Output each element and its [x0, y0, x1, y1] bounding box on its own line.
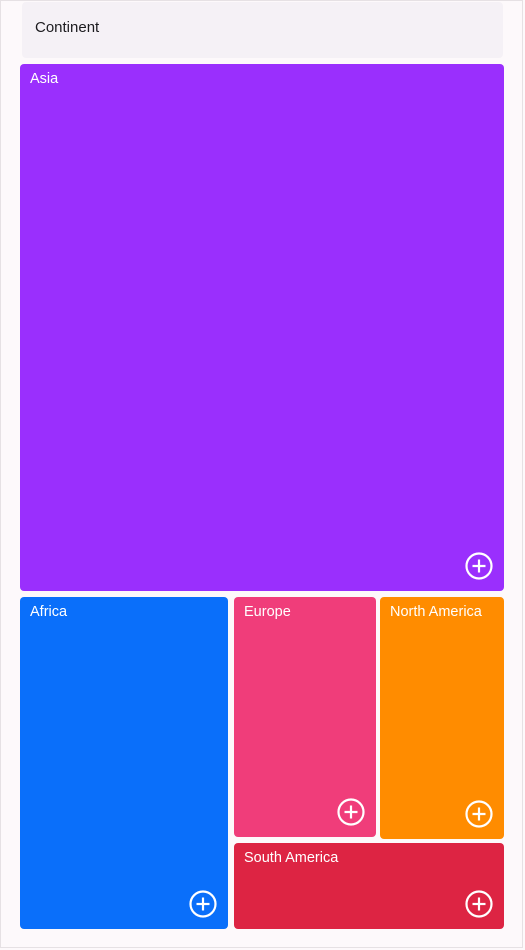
tile-south-america[interactable]: South America [234, 843, 504, 929]
tile-label: Asia [30, 71, 59, 87]
breadcrumb-header: Continent [22, 2, 503, 58]
tile-africa[interactable]: Africa [20, 597, 228, 929]
tile-label: North America [390, 604, 482, 620]
tile-north-america[interactable]: North America [380, 597, 504, 839]
tile-europe[interactable]: Europe [234, 597, 376, 837]
plus-circle-icon[interactable] [464, 551, 494, 581]
plus-circle-icon[interactable] [464, 889, 494, 919]
tile-label: Europe [244, 604, 291, 620]
plus-circle-icon[interactable] [464, 799, 494, 829]
tile-label: Africa [30, 604, 68, 620]
tile-asia[interactable]: Asia [20, 64, 504, 591]
plus-circle-icon[interactable] [188, 889, 218, 919]
tile-label: South America [244, 850, 339, 866]
plus-circle-icon[interactable] [336, 797, 366, 827]
level-title: Continent [35, 19, 100, 36]
